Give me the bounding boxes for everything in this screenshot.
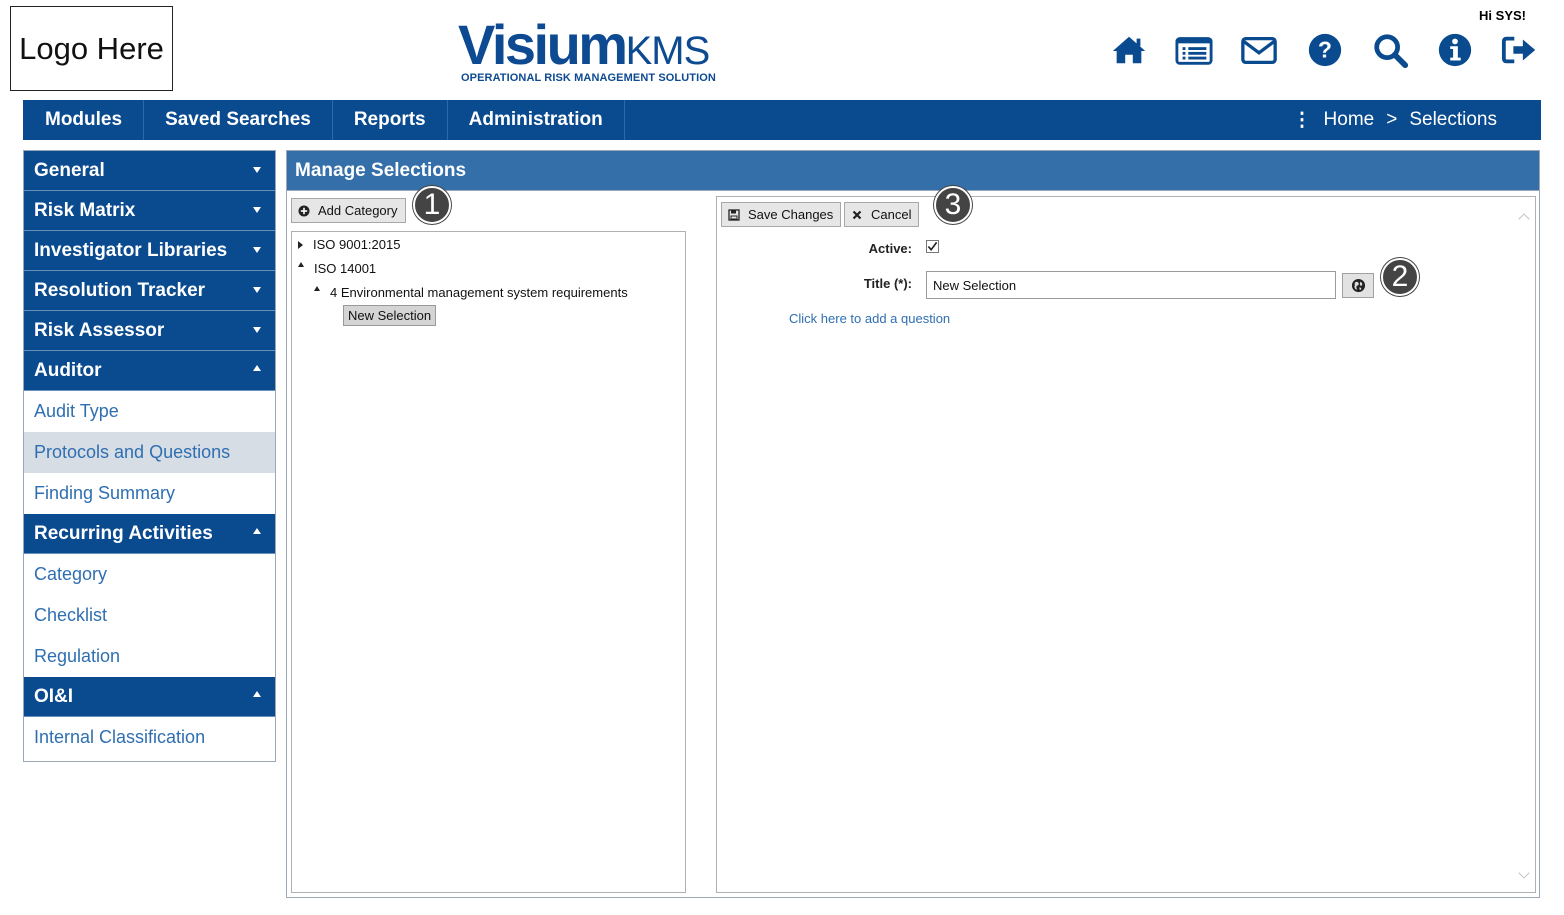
sidebar-item-checklist[interactable]: Checklist bbox=[24, 595, 275, 636]
save-changes-label: Save Changes bbox=[748, 207, 834, 222]
brand-logo: VisiumKMS OPERATIONAL RISK MANAGEMENT SO… bbox=[458, 16, 728, 90]
home-icon[interactable] bbox=[1096, 28, 1161, 72]
sidebar-section-investigator-libraries[interactable]: Investigator Libraries bbox=[24, 231, 275, 271]
breadcrumb-separator: > bbox=[1386, 109, 1398, 130]
close-icon bbox=[852, 210, 862, 219]
nav-modules[interactable]: Modules bbox=[23, 100, 145, 140]
sidebar-section-label: OI&I bbox=[34, 685, 74, 707]
search-icon[interactable] bbox=[1357, 28, 1422, 72]
scroll-down-icon[interactable] bbox=[1518, 867, 1530, 879]
tree-node-environmental-requirements[interactable]: 4 Environmental management system requir… bbox=[314, 285, 628, 300]
breadcrumb-home[interactable]: Home bbox=[1324, 109, 1375, 131]
nav-saved-searches[interactable]: Saved Searches bbox=[144, 100, 333, 140]
breadcrumb-current: Selections bbox=[1409, 109, 1497, 130]
globe-icon bbox=[1351, 278, 1365, 293]
caret-down-icon bbox=[253, 327, 261, 333]
add-question-link[interactable]: Click here to add a question bbox=[789, 311, 950, 326]
brand-name: Visium bbox=[458, 13, 628, 76]
sidebar-item-protocols-and-questions[interactable]: Protocols and Questions bbox=[24, 432, 275, 473]
sidebar-section-auditor[interactable]: Auditor bbox=[24, 351, 275, 391]
sidebar-section-risk-matrix[interactable]: Risk Matrix bbox=[24, 191, 275, 231]
collapse-arrow-icon[interactable] bbox=[314, 286, 320, 291]
mail-icon[interactable] bbox=[1227, 28, 1292, 72]
plus-circle-icon bbox=[298, 205, 310, 216]
brand-tagline: OPERATIONAL RISK MANAGEMENT SOLUTION bbox=[461, 72, 716, 84]
caret-down-icon bbox=[253, 247, 261, 253]
floppy-disk-icon bbox=[728, 208, 740, 221]
logo-placeholder: Logo Here bbox=[10, 6, 173, 91]
add-category-button[interactable]: Add Category bbox=[291, 198, 406, 223]
checkmark-icon bbox=[927, 241, 938, 252]
sidebar-section-oii[interactable]: OI&I bbox=[24, 677, 275, 717]
expand-arrow-icon[interactable] bbox=[298, 240, 303, 249]
sidebar-item-internal-classification[interactable]: Internal Classification bbox=[24, 717, 275, 758]
editor-scrollbar[interactable] bbox=[1517, 205, 1531, 891]
title-label: Title (*): bbox=[863, 276, 912, 291]
caret-down-icon bbox=[253, 287, 261, 293]
breadcrumb-menu-icon[interactable]: ⋮ bbox=[1293, 109, 1312, 132]
sidebar-section-label: Resolution Tracker bbox=[34, 279, 206, 301]
caret-up-icon bbox=[253, 528, 261, 534]
help-icon[interactable]: ? bbox=[1292, 28, 1357, 72]
sidebar-section-label: Risk Matrix bbox=[34, 199, 136, 221]
scroll-up-icon[interactable] bbox=[1518, 213, 1530, 225]
caret-up-icon bbox=[253, 365, 261, 371]
brand-suffix: KMS bbox=[625, 29, 711, 73]
add-category-label: Add Category bbox=[318, 203, 398, 218]
top-toolbar: ? bbox=[1096, 28, 1553, 72]
translate-button[interactable] bbox=[1342, 273, 1374, 298]
sidebar-section-resolution-tracker[interactable]: Resolution Tracker bbox=[24, 271, 275, 311]
title-input[interactable]: New Selection bbox=[926, 271, 1336, 299]
selection-editor bbox=[716, 196, 1536, 893]
tree-node-label: ISO 14001 bbox=[314, 261, 377, 276]
cancel-label: Cancel bbox=[871, 207, 912, 222]
list-icon[interactable] bbox=[1161, 28, 1226, 72]
tree-node-iso-14001[interactable]: ISO 14001 bbox=[298, 261, 376, 276]
caret-down-icon bbox=[253, 167, 261, 173]
sidebar-item-audit-type[interactable]: Audit Type bbox=[24, 391, 275, 432]
main-navbar: Modules Saved Searches Reports Administr… bbox=[23, 100, 1541, 140]
logout-icon[interactable] bbox=[1488, 28, 1553, 72]
sidebar-section-label: Risk Assessor bbox=[34, 319, 165, 341]
callout-1: 1 bbox=[413, 186, 451, 224]
caret-down-icon bbox=[253, 207, 261, 213]
sidebar-item-regulation[interactable]: Regulation bbox=[24, 636, 275, 677]
caret-up-icon bbox=[253, 691, 261, 697]
sidebar-section-label: Recurring Activities bbox=[34, 522, 213, 544]
sidebar: General Risk Matrix Investigator Librari… bbox=[23, 150, 276, 762]
save-changes-button[interactable]: Save Changes bbox=[721, 202, 842, 227]
sidebar-section-recurring-activities[interactable]: Recurring Activities bbox=[24, 514, 275, 554]
tree-node-selected[interactable]: New Selection bbox=[343, 305, 437, 326]
page-title: Manage Selections bbox=[287, 151, 1539, 191]
tree-node-label: 4 Environmental management system requir… bbox=[330, 285, 628, 300]
sidebar-section-label: Investigator Libraries bbox=[34, 239, 228, 261]
nav-administration[interactable]: Administration bbox=[448, 100, 625, 140]
sidebar-section-general[interactable]: General bbox=[24, 151, 275, 191]
sidebar-section-label: Auditor bbox=[34, 359, 102, 381]
tree-node-label: ISO 9001:2015 bbox=[313, 237, 401, 252]
breadcrumb: ⋮ Home > Selections bbox=[1293, 100, 1497, 140]
callout-2: 2 bbox=[1381, 258, 1419, 296]
tree-node-iso-9001[interactable]: ISO 9001:2015 bbox=[298, 237, 400, 252]
selection-tree: ISO 9001:2015 ISO 14001 4 Environmental … bbox=[291, 231, 686, 893]
sidebar-section-label: General bbox=[34, 159, 105, 181]
svg-text:?: ? bbox=[1318, 37, 1332, 63]
cancel-button[interactable]: Cancel bbox=[844, 202, 920, 227]
info-icon[interactable] bbox=[1422, 28, 1487, 72]
nav-reports[interactable]: Reports bbox=[333, 100, 448, 140]
sidebar-item-finding-summary[interactable]: Finding Summary bbox=[24, 473, 275, 514]
active-label: Active: bbox=[868, 241, 912, 256]
sidebar-section-risk-assessor[interactable]: Risk Assessor bbox=[24, 311, 275, 351]
callout-3: 3 bbox=[934, 186, 972, 224]
sidebar-item-category[interactable]: Category bbox=[24, 554, 275, 595]
user-greeting: Hi SYS! bbox=[1479, 8, 1526, 23]
active-checkbox[interactable] bbox=[926, 240, 939, 253]
collapse-arrow-icon[interactable] bbox=[298, 262, 304, 267]
